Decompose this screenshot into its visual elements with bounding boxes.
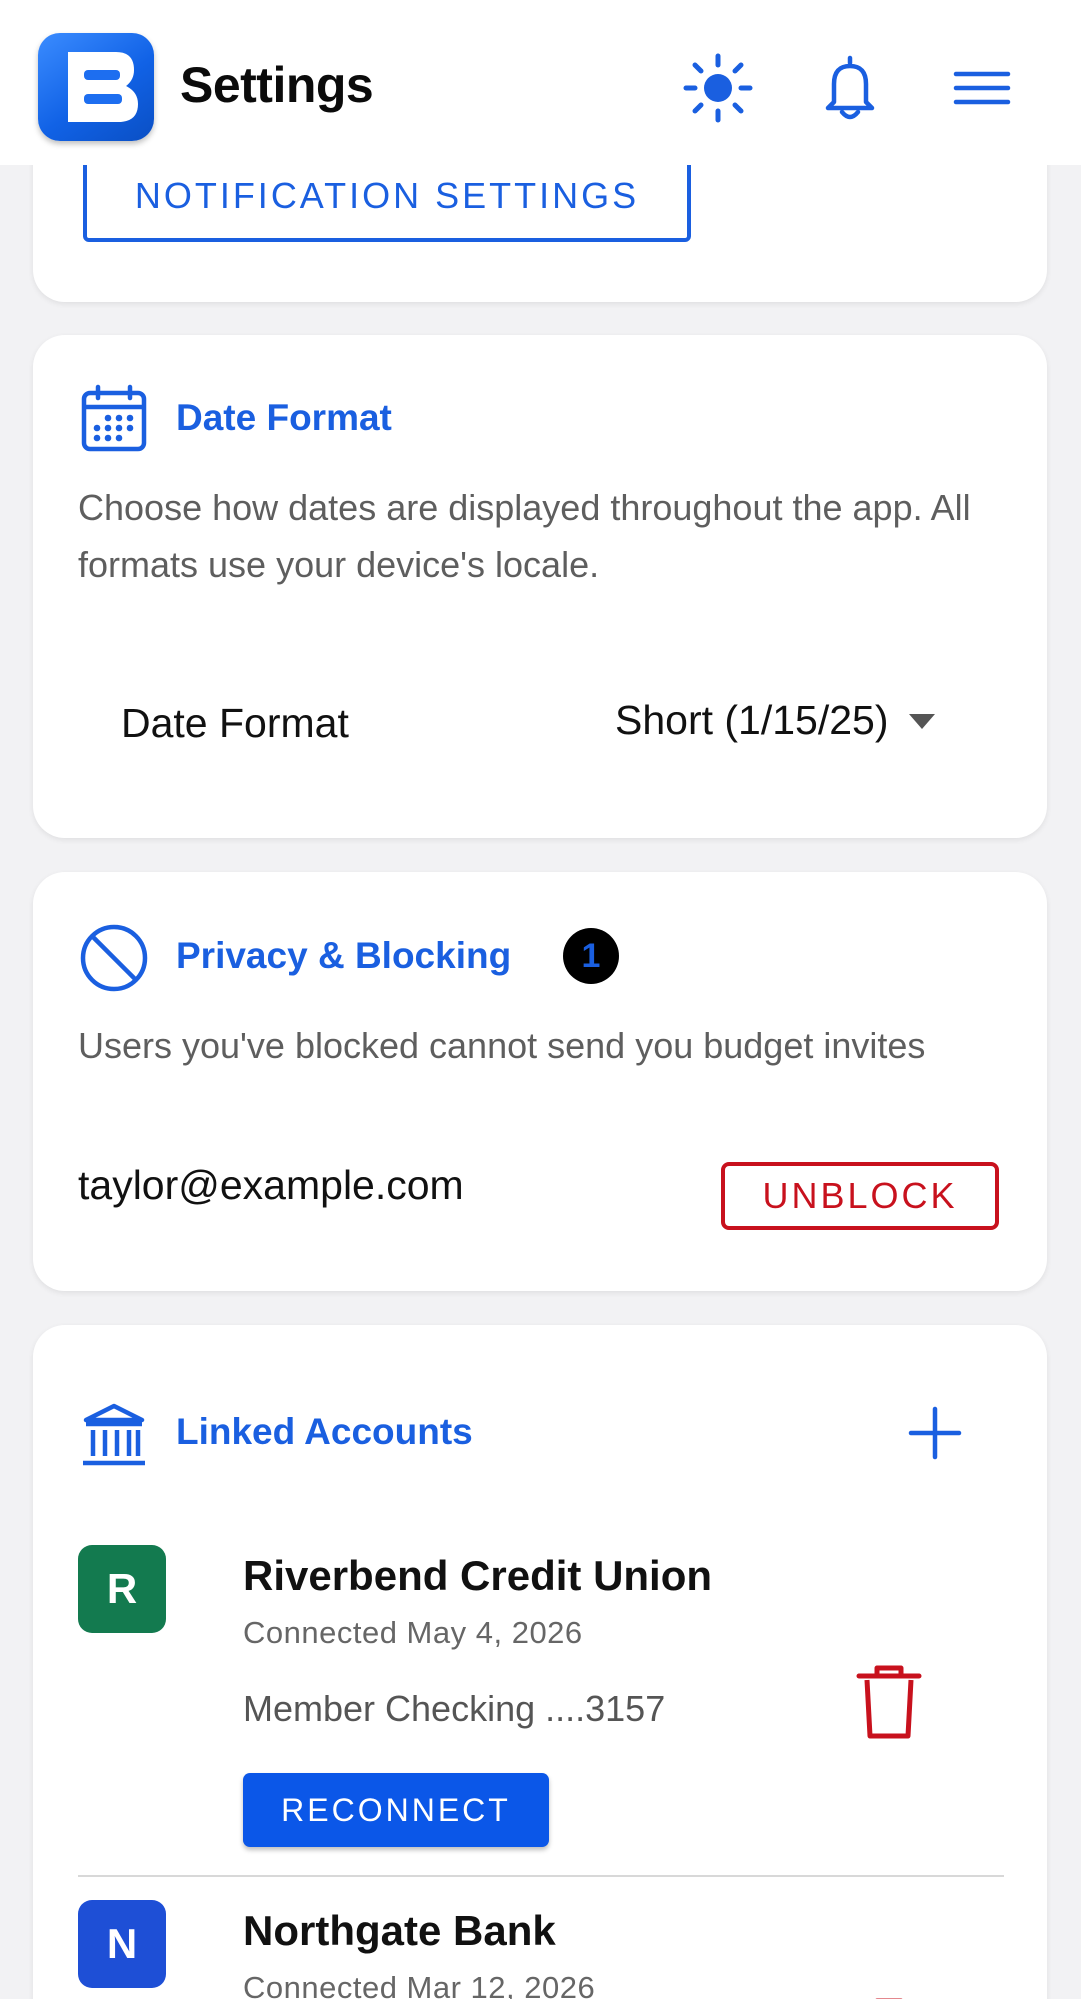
trash-icon bbox=[856, 1665, 922, 1739]
date-format-description: Choose how dates are displayed throughou… bbox=[78, 487, 971, 585]
plus-icon bbox=[908, 1406, 962, 1460]
bank-icon bbox=[78, 1398, 150, 1470]
blocked-count-badge: 1 bbox=[563, 928, 619, 984]
date-format-selected-value: Short (1/15/25) bbox=[615, 696, 889, 743]
blocked-user-email: taylor@example.com bbox=[78, 1162, 464, 1208]
account-avatar: N bbox=[78, 1900, 166, 1988]
sun-icon bbox=[683, 53, 753, 123]
privacy-description: Users you've blocked cannot send you bud… bbox=[78, 1025, 926, 1066]
account-divider bbox=[78, 1875, 1004, 1877]
logo-letter-icon bbox=[68, 52, 138, 122]
add-account-button[interactable] bbox=[905, 1403, 965, 1463]
delete-account-button[interactable] bbox=[853, 1995, 925, 1999]
privacy-blocking-title: Privacy & Blocking bbox=[176, 935, 512, 976]
account-connected-date: Connected Mar 12, 2026 bbox=[243, 1970, 596, 1999]
linked-accounts-title: Linked Accounts bbox=[176, 1411, 473, 1452]
privacy-blocking-card: Privacy & Blocking 1 Users you've blocke… bbox=[33, 872, 1047, 1291]
app-header: Settings bbox=[0, 0, 1081, 165]
menu-icon bbox=[953, 71, 1011, 105]
settings-page: NOTIFICATION SETTINGS Settings Date Form… bbox=[0, 0, 1081, 1999]
app-logo[interactable] bbox=[38, 33, 154, 141]
dropdown-arrow-icon bbox=[908, 713, 935, 729]
calendar-icon bbox=[78, 383, 150, 455]
account-avatar: R bbox=[78, 1545, 166, 1633]
date-format-card: Date Format Choose how dates are display… bbox=[33, 335, 1047, 838]
delete-account-button[interactable] bbox=[853, 1662, 925, 1742]
notifications-button[interactable] bbox=[814, 52, 886, 124]
account-number: Member Checking ....3157 bbox=[243, 1688, 666, 1729]
unblock-button[interactable]: UNBLOCK bbox=[721, 1162, 999, 1230]
date-format-title: Date Format bbox=[176, 397, 392, 438]
reconnect-button[interactable]: RECONNECT bbox=[243, 1773, 549, 1847]
account-connected-date: Connected May 4, 2026 bbox=[243, 1615, 583, 1650]
menu-button[interactable] bbox=[946, 52, 1018, 124]
date-format-field-label: Date Format bbox=[121, 700, 349, 746]
bell-icon bbox=[825, 55, 875, 120]
reconnect-label: RECONNECT bbox=[281, 1791, 511, 1828]
date-format-select[interactable]: Short (1/15/25) bbox=[615, 690, 935, 750]
linked-accounts-card: Linked Accounts R Riverbend Credit Union… bbox=[33, 1325, 1047, 1999]
trash-icon bbox=[875, 1998, 903, 1999]
block-icon bbox=[78, 922, 150, 994]
page-title: Settings bbox=[180, 57, 374, 113]
theme-toggle-button[interactable] bbox=[682, 52, 754, 124]
unblock-label: UNBLOCK bbox=[762, 1175, 958, 1216]
notification-settings-label: NOTIFICATION SETTINGS bbox=[134, 175, 640, 216]
account-name: Northgate Bank bbox=[243, 1907, 556, 1954]
account-name: Riverbend Credit Union bbox=[243, 1552, 713, 1599]
